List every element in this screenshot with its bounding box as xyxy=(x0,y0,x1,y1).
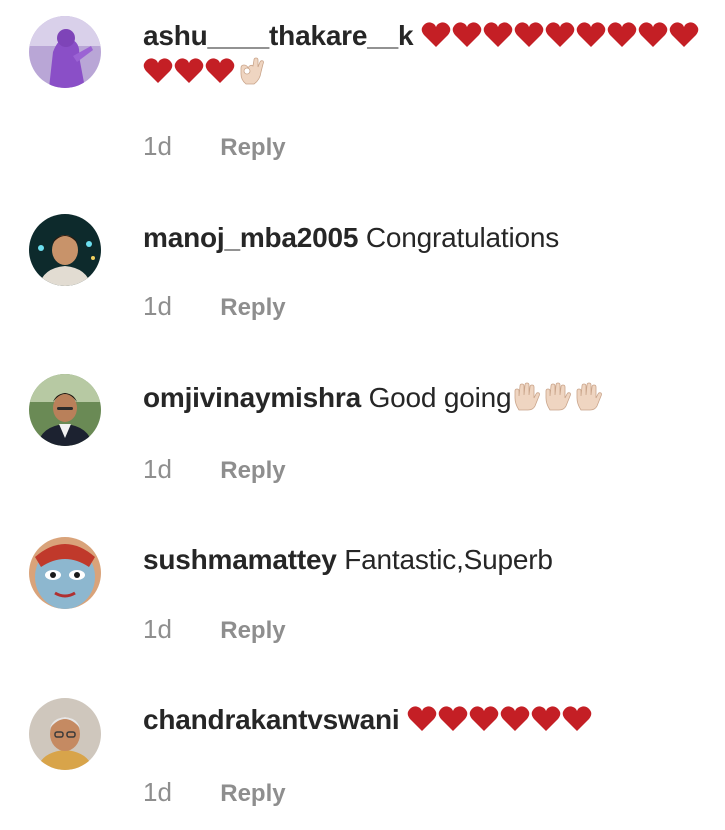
username-link[interactable]: manoj_mba2005 xyxy=(143,222,358,253)
heart-icon xyxy=(669,22,699,47)
heart-icon xyxy=(143,58,173,83)
timestamp: 1d xyxy=(143,131,172,161)
timestamp: 1d xyxy=(143,777,172,807)
comment-content: manoj_mba2005 Congratulations xyxy=(143,220,703,256)
comment-meta: 1d Reply xyxy=(143,131,286,161)
raised-hand-icon xyxy=(545,382,572,411)
comment-content: omjivinaymishra Good going xyxy=(143,380,703,416)
heart-icon xyxy=(438,706,468,731)
reply-button[interactable]: Reply xyxy=(220,456,285,486)
comment-content: sushmamattey Fantastic,Superb xyxy=(143,542,703,578)
comment-meta: 1d Reply xyxy=(143,454,286,484)
heart-icon xyxy=(607,22,637,47)
comment-content: chandrakantvswani xyxy=(143,702,703,738)
heart-icon xyxy=(174,58,204,83)
avatar[interactable] xyxy=(29,537,101,609)
ok-hand-icon xyxy=(240,57,264,85)
username-link[interactable]: chandrakantvswani xyxy=(143,704,400,735)
reply-button[interactable]: Reply xyxy=(220,616,285,646)
heart-icon xyxy=(500,706,530,731)
avatar-older-man-icon xyxy=(29,698,101,770)
heart-icon xyxy=(407,706,437,731)
avatar[interactable] xyxy=(29,16,101,88)
reply-button[interactable]: Reply xyxy=(220,779,285,809)
raised-hand-icon xyxy=(514,382,541,411)
avatar[interactable] xyxy=(29,214,101,286)
avatar-man-night-icon xyxy=(29,214,101,286)
heart-icon xyxy=(638,22,668,47)
comment-text: Congratulations xyxy=(365,222,560,253)
heart-icon xyxy=(421,22,451,47)
avatar-purple-figure-icon xyxy=(29,16,101,88)
comment-meta: 1d Reply xyxy=(143,777,286,807)
comment-content: ashu____thakare__k xyxy=(143,18,703,90)
raised-hand-icon xyxy=(576,382,603,411)
heart-icon xyxy=(469,706,499,731)
avatar[interactable] xyxy=(29,374,101,446)
comment-meta: 1d Reply xyxy=(143,614,286,644)
heart-icon xyxy=(452,22,482,47)
timestamp: 1d xyxy=(143,454,172,484)
username-link[interactable]: omjivinaymishra xyxy=(143,382,361,413)
avatar-man-suit-icon xyxy=(29,374,101,446)
reply-button[interactable]: Reply xyxy=(220,133,285,163)
heart-icon xyxy=(514,22,544,47)
comment-text: Fantastic,Superb xyxy=(344,544,553,575)
heart-icon xyxy=(545,22,575,47)
avatar-painted-face-icon xyxy=(29,537,101,609)
comment-text: Good going xyxy=(368,382,512,413)
avatar[interactable] xyxy=(29,698,101,770)
comment-list: ashu____thakare__k 1d Reply manoj_mba200… xyxy=(0,0,725,830)
username-link[interactable]: ashu____thakare__k xyxy=(143,20,414,51)
heart-icon xyxy=(562,706,592,731)
timestamp: 1d xyxy=(143,614,172,644)
emoji-row xyxy=(511,382,604,413)
heart-icon xyxy=(205,58,235,83)
timestamp: 1d xyxy=(143,291,172,321)
heart-icon xyxy=(483,22,513,47)
heart-icon xyxy=(576,22,606,47)
comment-meta: 1d Reply xyxy=(143,291,286,321)
heart-icon xyxy=(531,706,561,731)
emoji-row xyxy=(407,704,593,735)
reply-button[interactable]: Reply xyxy=(220,293,285,323)
username-link[interactable]: sushmamattey xyxy=(143,544,337,575)
